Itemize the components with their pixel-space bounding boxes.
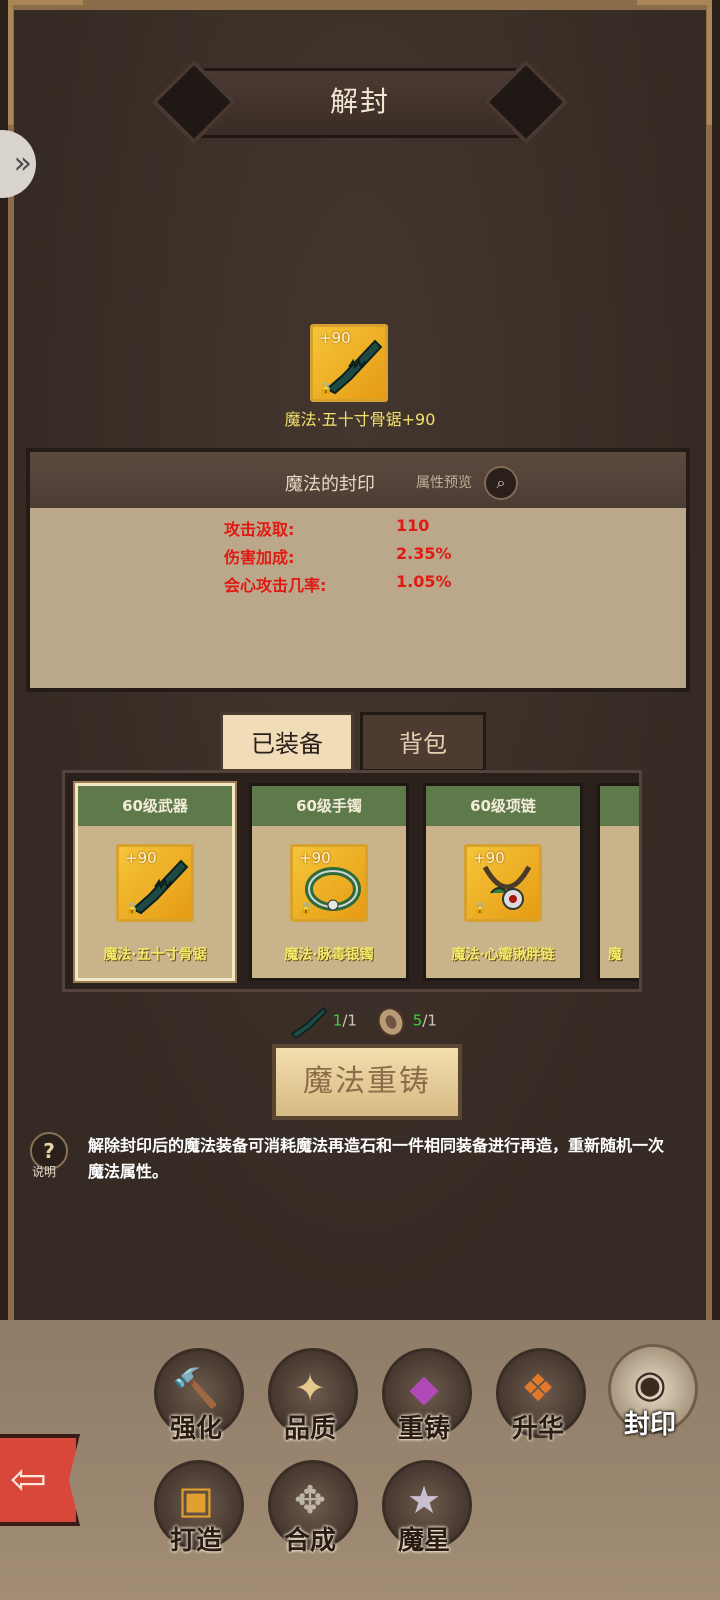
flame-leaf-icon: ❖ xyxy=(520,1366,556,1410)
card-category: 60级项链 xyxy=(426,786,580,826)
stat-value: 2.35% xyxy=(396,544,452,563)
card-item-name: 魔法·五十寸骨锯 xyxy=(103,947,207,963)
card-item-icon: +90 🔒 xyxy=(290,844,368,922)
anvil-icon: ◆ xyxy=(409,1366,439,1410)
nav-label: 升华 xyxy=(511,1414,564,1444)
combine-icon: ✥ xyxy=(294,1478,326,1522)
frame-corner-left xyxy=(8,0,83,125)
material-have: 5 xyxy=(412,1011,423,1030)
selected-item-name: 魔法·五十寸骨锯+90 xyxy=(284,410,436,429)
tab-backpack[interactable]: 背包 xyxy=(360,712,486,772)
lock-icon: 🔒 xyxy=(473,902,487,915)
equipment-card[interactable]: 60级武器 +90 🔒 魔法·五十寸骨锯 xyxy=(75,783,235,981)
nav-quality[interactable]: ✦ 品质 xyxy=(260,1344,360,1444)
selected-item-icon[interactable]: +90 🔒 xyxy=(310,324,388,402)
forge-icon: ▣ xyxy=(178,1478,214,1522)
help-label: 说明 xyxy=(32,1165,57,1179)
seal-panel-title: 魔法的封印 xyxy=(285,474,375,495)
nav-label: 重铸 xyxy=(397,1414,450,1444)
nav-label: 强化 xyxy=(169,1414,222,1444)
nav-label: 打造 xyxy=(169,1526,222,1556)
stat-name: 攻击汲取: xyxy=(224,520,295,539)
nav-label: 品质 xyxy=(283,1414,336,1444)
reforge-stone-icon xyxy=(377,1007,405,1037)
seal-panel: 魔法的封印 属性预览 ⌕ 攻击汲取: 110 伤害加成: 2.35% 会心攻击几… xyxy=(26,448,690,692)
stat-value: 110 xyxy=(396,516,430,535)
card-category xyxy=(600,786,639,826)
card-enhance: +90 xyxy=(299,849,331,867)
card-item-icon: +90 🔒 xyxy=(464,844,542,922)
tab-equipped[interactable]: 已装备 xyxy=(220,712,354,772)
hammer-icon: 🔨 xyxy=(172,1366,220,1410)
card-item-name: 魔法·脉毒银镯 xyxy=(284,947,374,963)
frame-corner-right xyxy=(637,0,712,125)
nav-combine[interactable]: ✥ 合成 xyxy=(260,1456,360,1556)
nav-seal[interactable]: ◉ 封印 xyxy=(600,1340,700,1440)
lock-icon: 🔒 xyxy=(299,902,313,915)
lock-icon: 🔒 xyxy=(125,902,139,915)
equipment-card[interactable]: 60级项链 +90 🔒 魔法·心瓣锹胖链 xyxy=(423,783,583,981)
stat-name: 会心攻击几率: xyxy=(224,576,327,595)
equipment-card[interactable]: 魔 xyxy=(597,783,639,981)
nav-forge[interactable]: ▣ 打造 xyxy=(146,1456,246,1556)
help-description: 解除封印后的魔法装备可消耗魔法再造石和一件相同装备进行再造，重新随机一次魔法属性… xyxy=(88,1136,665,1181)
material-have: 1 xyxy=(332,1011,343,1030)
magic-reforge-button[interactable]: 魔法重铸 xyxy=(272,1044,462,1120)
nav-label: 魔星 xyxy=(397,1526,450,1556)
card-item-name: 魔 xyxy=(608,947,622,963)
equipment-list: 60级武器 +90 🔒 魔法·五十寸骨锯 60级手镯 +90 🔒 魔法·脉毒银镯… xyxy=(62,770,642,992)
lock-icon: 🔒 xyxy=(319,382,333,395)
material-bone-saw: 1/1 xyxy=(288,1004,357,1040)
magic-star-icon: ★ xyxy=(406,1478,442,1522)
selected-item-enhance: +90 xyxy=(319,329,351,347)
card-category: 60级手镯 xyxy=(252,786,406,826)
card-item-name: 魔法·心瓣锹胖链 xyxy=(451,947,555,963)
card-category: 60级武器 xyxy=(78,786,232,826)
equipment-card[interactable]: 60级手镯 +90 🔒 魔法·脉毒银镯 xyxy=(249,783,409,981)
back-arrow-icon[interactable]: ⇦ xyxy=(0,1434,80,1526)
page-title: 解封 xyxy=(329,85,390,118)
stat-value: 1.05% xyxy=(396,572,452,591)
material-need: /1 xyxy=(342,1011,357,1030)
card-item-icon: +90 🔒 xyxy=(116,844,194,922)
material-reforge-stone: 5/1 xyxy=(374,1004,437,1040)
nav-enhance[interactable]: 🔨 强化 xyxy=(146,1344,246,1444)
title-banner: 解封 xyxy=(150,59,570,145)
bone-saw-icon xyxy=(290,1006,327,1039)
card-enhance: +90 xyxy=(125,849,157,867)
attribute-preview-label: 属性预览 xyxy=(416,475,472,491)
nav-magic-star[interactable]: ★ 魔星 xyxy=(374,1456,474,1556)
nav-label: 合成 xyxy=(283,1526,336,1556)
nav-sublimate[interactable]: ❖ 升华 xyxy=(488,1344,588,1444)
nav-label: 封印 xyxy=(623,1410,676,1440)
card-enhance: +90 xyxy=(473,849,505,867)
seal-panel-header: 魔法的封印 属性预览 ⌕ xyxy=(30,452,686,508)
star-badge-icon: ✦ xyxy=(294,1366,326,1410)
magnifier-icon[interactable]: ⌕ xyxy=(484,466,518,500)
stat-name: 伤害加成: xyxy=(224,548,295,567)
seal-eye-icon: ◉ xyxy=(633,1362,667,1406)
nav-reforge[interactable]: ◆ 重铸 xyxy=(374,1344,474,1444)
material-need: /1 xyxy=(422,1011,437,1030)
